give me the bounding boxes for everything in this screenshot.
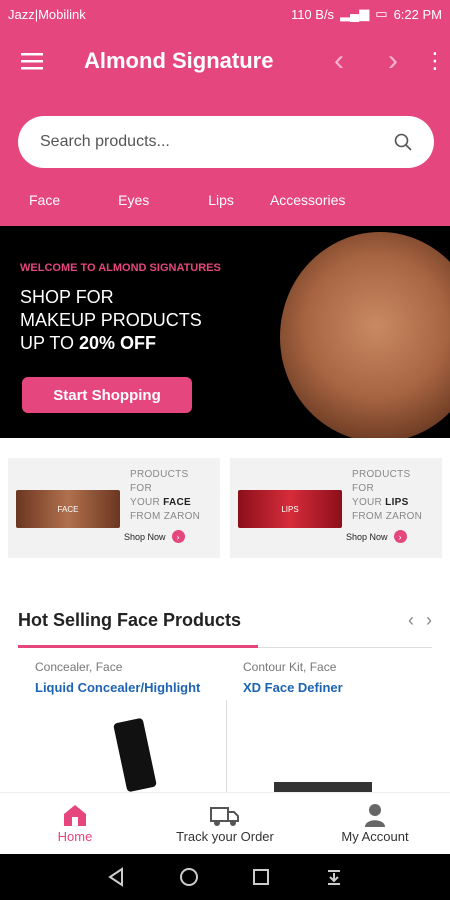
nav-account-label: My Account [341, 829, 409, 844]
truck-icon [210, 807, 239, 826]
model-face-image [280, 232, 450, 438]
chevron-left-icon[interactable]: ‹ [408, 610, 414, 631]
chevron-right-icon[interactable]: › [426, 610, 432, 631]
clock: 6:22 PM [393, 6, 442, 22]
promo-face-line-2-pre: YOUR [129, 497, 164, 508]
carrier-text: Jazz|Mobilink [8, 6, 86, 22]
system-nav-bar [0, 854, 450, 900]
divider [226, 700, 227, 792]
promo-lips-line-1: PRODUCTS FOR [351, 469, 411, 494]
home-circle-icon[interactable] [179, 867, 199, 887]
shop-now-lips[interactable]: Shop Now › [346, 530, 407, 543]
search-placeholder: Search products... [40, 133, 170, 150]
banner-headline: SHOP FOR MAKEUP PRODUCTS UP TO 20% OFF [20, 286, 280, 355]
tab-accessories[interactable]: Accessories [270, 192, 345, 208]
tab-lips[interactable]: Lips [208, 192, 234, 208]
search-area: Search products... Face Eyes Lips Access… [0, 94, 450, 226]
recents-icon[interactable] [251, 867, 271, 887]
nav-track-order[interactable]: Track your Order [150, 793, 300, 854]
banner-welcome: WELCOME TO ALMOND SIGNATURES [20, 262, 221, 274]
battery-icon: ▭ [375, 6, 388, 21]
banner-line-2: MAKEUP PRODUCTS [20, 310, 202, 330]
product-category: Contour Kit, Face [243, 660, 337, 674]
promo-face-line-2: YOUR FACE [130, 496, 212, 510]
tab-face[interactable]: Face [29, 192, 60, 208]
banner-line-3-pre: UP TO [20, 333, 80, 353]
chevron-left-icon[interactable]: ‹ [312, 28, 366, 94]
shop-now-face[interactable]: Shop Now › [124, 530, 185, 543]
nav-home-label: Home [57, 829, 93, 844]
status-bar: Jazz|Mobilink 110 B/s ▂▄▆ ▭ 6:22 PM [0, 0, 450, 28]
promo-face-line-1: PRODUCTS FOR [129, 469, 189, 494]
back-icon[interactable] [106, 867, 126, 887]
promo-row: FACE PRODUCTS FOR YOUR FACE FROM ZARON S… [8, 458, 442, 558]
promo-lips-line-3: FROM ZARON [351, 511, 423, 522]
shop-now-label: Shop Now [124, 531, 166, 542]
chevron-right-icon[interactable]: › [366, 28, 420, 94]
menu-icon[interactable] [0, 52, 64, 70]
app-title: Almond Signature [84, 48, 274, 73]
home-icon [64, 805, 86, 826]
nav-track-label: Track your Order [176, 829, 274, 844]
promo-lips[interactable]: LIPS PRODUCTS FOR YOUR LIPS FROM ZARON S… [230, 458, 442, 558]
app-bar: Almond Signature ‹ › ⋮ [0, 28, 450, 94]
lips-thumbnail: LIPS [238, 490, 342, 528]
product-card[interactable]: Contour Kit, Face XD Face Definer [243, 660, 450, 792]
section-header: Hot Selling Face Products ‹ › [18, 610, 432, 648]
arrow-right-icon: › [171, 530, 185, 543]
shop-now-label: Shop Now [346, 531, 388, 542]
nav-home[interactable]: Home [0, 793, 150, 854]
section-underline [18, 645, 258, 648]
more-vert-icon[interactable]: ⋮ [420, 48, 450, 74]
promo-face-line-3: FROM ZARON [129, 511, 201, 522]
carousel-arrows: ‹ › [408, 610, 432, 631]
promo-lips-line-2-bold: LIPS [385, 497, 409, 508]
signal-icon: ▂▄▆ [340, 6, 370, 21]
product-name[interactable]: Liquid Concealer/Highlight [35, 680, 243, 696]
section-title: Hot Selling Face Products [18, 610, 242, 630]
network-speed: 110 B/s [290, 6, 335, 22]
category-tabs: Face Eyes Lips Accessories [0, 192, 450, 208]
promo-lips-line-2-pre: YOUR [351, 497, 386, 508]
product-name[interactable]: XD Face Definer [243, 680, 450, 696]
banner-line-3: UP TO 20% OFF [20, 332, 280, 355]
tab-eyes[interactable]: Eyes [118, 192, 149, 208]
hero-banner: WELCOME TO ALMOND SIGNATURES SHOP FOR MA… [0, 226, 450, 438]
promo-face-line-2-bold: FACE [163, 497, 192, 508]
bottom-nav: Home Track your Order My Account [0, 792, 450, 854]
promo-face[interactable]: FACE PRODUCTS FOR YOUR FACE FROM ZARON S… [8, 458, 220, 558]
search-icon[interactable] [394, 133, 412, 151]
banner-discount: 20% OFF [79, 333, 157, 353]
account-icon [365, 804, 385, 827]
nav-my-account[interactable]: My Account [300, 793, 450, 854]
search-input[interactable]: Search products... [18, 116, 434, 168]
start-shopping-button[interactable]: Start Shopping [22, 377, 192, 413]
product-category: Concealer, Face [35, 660, 123, 674]
notifications-pull-icon[interactable] [324, 867, 344, 887]
banner-line-1: SHOP FOR [20, 287, 114, 307]
promo-lips-line-2: YOUR LIPS [352, 496, 434, 510]
face-thumbnail: FACE [16, 490, 120, 528]
arrow-right-icon: › [393, 530, 407, 543]
